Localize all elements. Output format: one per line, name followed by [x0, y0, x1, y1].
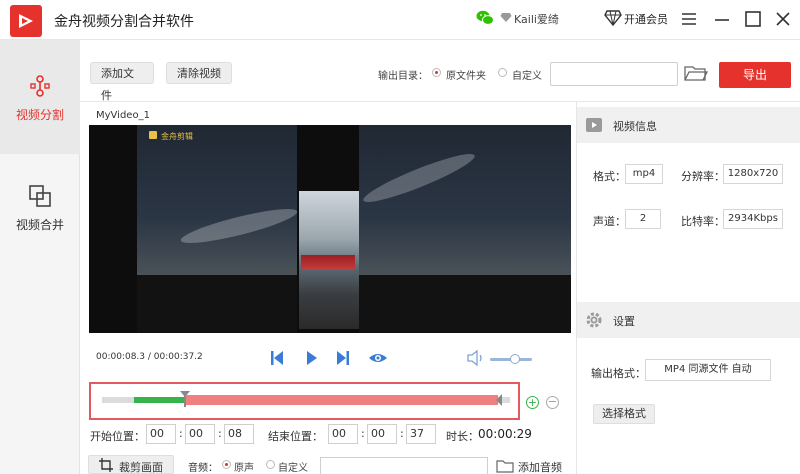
sidebar: 视频分割 视频合并	[0, 40, 80, 474]
play-icon[interactable]	[305, 349, 319, 367]
time-separator: :	[400, 427, 404, 440]
crop-frame-button[interactable]: 裁剪画面	[88, 455, 174, 474]
output-format-field[interactable]: MP4 同源文件 自动	[645, 359, 771, 381]
volume-icon[interactable]	[466, 349, 486, 367]
folder-icon[interactable]	[496, 459, 516, 473]
format-value: mp4	[625, 164, 663, 184]
timeline-selected-range[interactable]	[186, 395, 498, 405]
audio-label: 音频：	[188, 463, 218, 474]
zoom-out-icon[interactable]: −	[546, 396, 559, 409]
radio-custom-audio-label[interactable]: 自定义	[278, 459, 308, 474]
output-dir-label: 输出目录：	[378, 71, 428, 82]
merge-icon	[29, 185, 51, 207]
format-label: 格式：	[593, 170, 626, 183]
channels-value: 2	[625, 209, 661, 229]
video-info-icon	[586, 118, 602, 132]
crop-frame-label: 裁剪画面	[119, 461, 163, 474]
end-position-label: 结束位置：	[268, 430, 323, 443]
radio-source-folder-label[interactable]: 原文件夹	[446, 67, 486, 82]
right-panel: 视频信息 格式： mp4 分辨率： 1280x720 声道： 2 比特率： 29…	[576, 102, 800, 474]
sidebar-item-label: 视频合并	[15, 218, 64, 232]
radio-custom-folder-label[interactable]: 自定义	[512, 67, 542, 82]
end-hours-field[interactable]: 00	[328, 424, 358, 444]
vip-diamond-icon	[500, 13, 512, 22]
timeline-end-handle[interactable]	[495, 393, 503, 407]
video-dark-band	[89, 125, 137, 333]
start-hours-field[interactable]: 00	[146, 424, 176, 444]
crop-icon	[99, 458, 113, 472]
bitrate-value: 2934Kbps	[723, 209, 783, 229]
radio-custom-folder[interactable]	[498, 68, 507, 77]
resolution-label: 分辨率：	[681, 170, 725, 183]
audio-path-input[interactable]	[320, 457, 488, 474]
volume-slider-knob[interactable]	[510, 354, 521, 364]
channels-label: 声道：	[593, 215, 626, 228]
split-icon	[30, 75, 50, 97]
video-info-title: 视频信息	[613, 120, 657, 133]
next-frame-icon[interactable]	[336, 349, 350, 367]
menu-icon[interactable]	[678, 8, 700, 30]
video-train	[301, 255, 355, 269]
resolution-value: 1280x720	[723, 164, 783, 184]
gear-icon	[586, 312, 602, 328]
username[interactable]: Kaili爱绮	[514, 11, 559, 27]
previous-frame-icon[interactable]	[270, 349, 284, 367]
toolbar: 添加文件 清除视频 输出目录： 原文件夹 自定义 导出	[80, 40, 800, 102]
upgrade-membership-link[interactable]: 开通会员	[624, 11, 668, 27]
add-file-button[interactable]: 添加文件	[90, 62, 154, 102]
close-icon[interactable]	[772, 8, 794, 30]
minimize-icon[interactable]	[711, 8, 733, 30]
export-button[interactable]: 导出	[719, 62, 791, 88]
radio-original-audio-label[interactable]: 原声	[234, 459, 254, 474]
start-minutes-field[interactable]: 00	[185, 424, 215, 444]
wechat-icon	[476, 10, 494, 25]
watermark-icon	[149, 131, 157, 139]
time-separator: :	[361, 427, 365, 440]
radio-original-audio[interactable]	[222, 460, 231, 469]
bitrate-label: 比特率：	[681, 215, 725, 228]
video-title: MyVideo_1	[96, 110, 150, 121]
time-separator: :	[218, 427, 222, 440]
end-minutes-field[interactable]: 00	[367, 424, 397, 444]
output-format-label: 输出格式：	[591, 367, 646, 380]
radio-custom-audio[interactable]	[266, 460, 275, 469]
title-bar: 金舟视频分割合并软件 Kaili爱绮 开通会员	[0, 0, 800, 40]
timeline[interactable]	[89, 382, 520, 420]
app-title: 金舟视频分割合并软件	[54, 14, 194, 30]
duration-label: 时长：	[446, 430, 479, 443]
preview-eye-icon[interactable]	[368, 349, 388, 367]
video-preview[interactable]: 金舟剪辑	[89, 125, 571, 333]
maximize-icon[interactable]	[742, 8, 764, 30]
output-path-input[interactable]	[550, 62, 678, 86]
settings-title: 设置	[613, 315, 635, 328]
sidebar-item-merge[interactable]: 视频合并	[0, 154, 80, 268]
duration-value: 00:00:29	[478, 427, 532, 441]
timeline-start-handle[interactable]	[179, 390, 191, 408]
time-separator: :	[179, 427, 183, 440]
sidebar-item-label: 视频分割	[15, 108, 64, 122]
clear-video-button[interactable]: 清除视频	[166, 62, 232, 84]
app-logo	[10, 5, 42, 37]
zoom-in-icon[interactable]: +	[526, 396, 539, 409]
add-audio-button[interactable]: 添加音频	[518, 459, 562, 474]
choose-format-button[interactable]: 选择格式	[593, 404, 655, 424]
vip-crown-icon[interactable]	[604, 10, 622, 26]
end-seconds-field[interactable]: 37	[406, 424, 436, 444]
settings-header: 设置	[577, 302, 800, 338]
folder-icon[interactable]	[684, 64, 708, 82]
start-seconds-field[interactable]: 08	[224, 424, 254, 444]
sidebar-item-split[interactable]: 视频分割	[0, 40, 80, 154]
video-info-header: 视频信息	[577, 107, 800, 143]
radio-source-folder[interactable]	[432, 68, 441, 77]
start-position-label: 开始位置：	[90, 430, 145, 443]
playback-time: 00:00:08.3 / 00:00:37.2	[96, 352, 203, 362]
video-watermark: 金舟剪辑	[161, 132, 193, 141]
